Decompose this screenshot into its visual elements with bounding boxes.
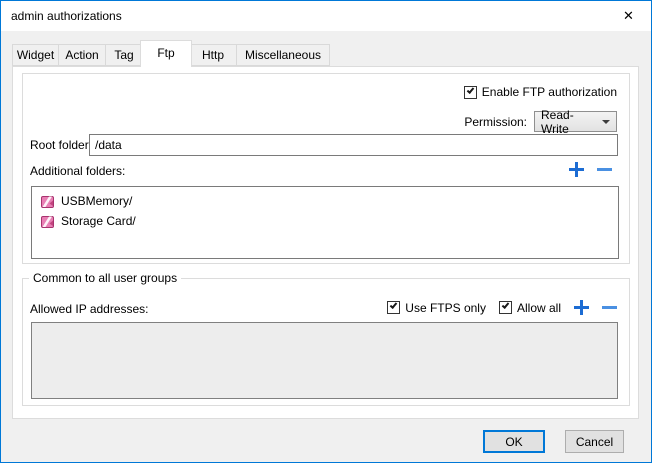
tab-tag[interactable]: Tag [105,44,143,66]
tab-miscellaneous[interactable]: Miscellaneous [236,44,330,66]
tab-strip: Widget Action Tag Ftp Http Miscellaneous [12,40,329,67]
remove-folder-minus-icon[interactable] [597,162,612,177]
ok-button[interactable]: OK [483,430,545,453]
use-ftps-checkbox[interactable] [387,301,400,314]
folders-add-remove [569,162,612,177]
tab-widget[interactable]: Widget [12,44,59,66]
allow-all-label: Allow all [517,301,561,315]
permission-dropdown[interactable]: Read-Write [534,111,617,132]
titlebar[interactable]: admin authorizations ✕ [1,1,651,31]
add-ip-plus-icon[interactable] [574,300,589,315]
tab-action[interactable]: Action [58,44,106,66]
root-folder-label: Root folder: [30,138,92,152]
close-button[interactable]: ✕ [606,1,651,31]
permission-value: Read-Write [541,108,598,136]
permission-row: Permission: Read-Write [464,111,617,132]
folder-list-item[interactable]: USBMemory/ [32,191,618,211]
dialog-window: admin authorizations ✕ Widget Action Tag… [0,0,652,463]
root-folder-input[interactable] [89,134,618,156]
folder-list-item[interactable]: Storage Card/ [32,211,618,231]
ip-options-row: Use FTPS only Allow all [387,300,617,315]
folder-name: USBMemory/ [61,194,132,208]
check-icon [467,86,475,94]
additional-folders-list[interactable]: USBMemory/ Storage Card/ [31,186,619,259]
check-icon [390,301,398,309]
allow-all-checkbox[interactable] [499,301,512,314]
enable-ftp-label: Enable FTP authorization [482,85,617,99]
common-groupbox-label: Common to all user groups [29,271,181,285]
add-folder-plus-icon[interactable] [569,162,584,177]
folder-icon [41,195,54,208]
folder-icon [41,215,54,228]
allow-all-option[interactable]: Allow all [499,301,561,315]
use-ftps-label: Use FTPS only [405,301,486,315]
tab-http[interactable]: Http [189,44,237,66]
folder-name: Storage Card/ [61,214,136,228]
cancel-button[interactable]: Cancel [565,430,624,453]
chevron-down-icon [602,120,610,124]
additional-folders-label: Additional folders: [30,164,125,178]
remove-ip-minus-icon[interactable] [602,300,617,315]
enable-ftp-checkbox[interactable] [464,86,477,99]
check-icon [502,301,510,309]
permission-label: Permission: [464,115,527,129]
enable-ftp-row: Enable FTP authorization [464,85,617,99]
tab-ftp[interactable]: Ftp [140,40,192,67]
close-icon: ✕ [623,8,634,23]
allowed-ip-list[interactable] [31,322,618,399]
allowed-ip-label: Allowed IP addresses: [30,302,149,316]
use-ftps-option[interactable]: Use FTPS only [387,301,486,315]
window-title: admin authorizations [11,1,122,31]
